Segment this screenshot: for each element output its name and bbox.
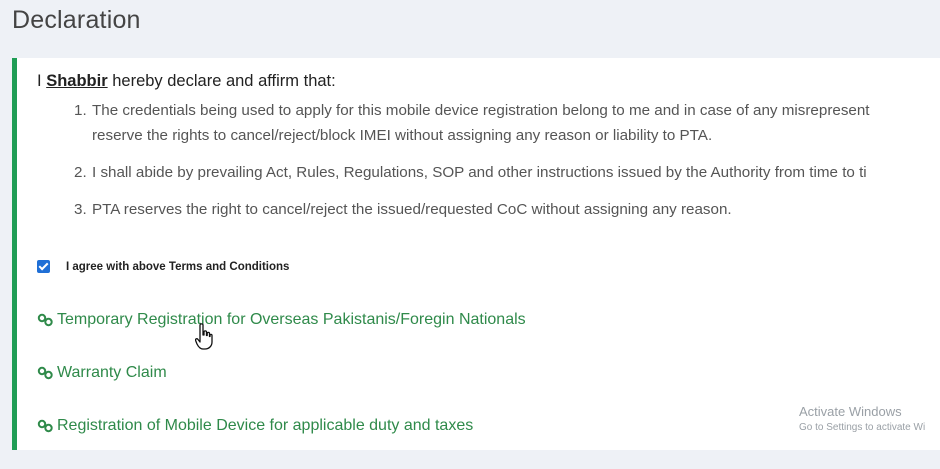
warranty-claim-label[interactable]: Warranty Claim [57,364,167,382]
device-registration-duty-label[interactable]: Registration of Mobile Device for applic… [57,417,473,435]
temporary-registration-link[interactable]: Temporary Registration for Overseas Paki… [37,311,526,329]
temporary-registration-label[interactable]: Temporary Registration for Overseas Paki… [57,311,526,329]
declarant-name: Shabbir [46,72,108,90]
term-number: 1. [74,102,87,119]
term-number: 3. [74,201,87,218]
term-item: 2. I shall abide by prevailing Act, Rules… [74,160,940,185]
term-text-continued: reserve the rights to cancel/reject/bloc… [92,127,713,144]
declaration-statement: I Shabbir hereby declare and affirm that… [37,72,336,91]
link-icon [37,419,53,433]
declaration-card: I Shabbir hereby declare and affirm that… [12,58,940,450]
watermark-title: Activate Windows [799,404,902,419]
term-item: 1. The credentials being used to apply fo… [74,98,940,148]
hand-pointer-cursor-icon [195,323,213,350]
link-icon [37,366,53,380]
agree-terms-row: I agree with above Terms and Conditions [37,260,289,273]
device-registration-duty-link[interactable]: Registration of Mobile Device for applic… [37,417,473,435]
declaration-suffix: hereby declare and affirm that: [112,72,336,90]
warranty-claim-link[interactable]: Warranty Claim [37,364,167,382]
watermark-subtitle: Go to Settings to activate Wi [799,422,926,433]
page-title: Declaration [12,6,141,34]
term-text: The credentials being used to apply for … [92,102,870,119]
declaration-prefix: I [37,72,42,90]
terms-list: 1. The credentials being used to apply fo… [74,98,940,222]
agree-terms-checkbox[interactable] [37,260,50,273]
term-text: I shall abide by prevailing Act, Rules, … [92,164,867,181]
agree-terms-label[interactable]: I agree with above Terms and Conditions [66,261,289,273]
term-number: 2. [74,164,87,181]
term-item: 3. PTA reserves the right to cancel/rejec… [74,197,940,222]
link-icon [37,313,53,327]
activate-windows-watermark: Activate Windows Go to Settings to activ… [799,404,925,433]
term-text: PTA reserves the right to cancel/reject … [92,201,732,218]
